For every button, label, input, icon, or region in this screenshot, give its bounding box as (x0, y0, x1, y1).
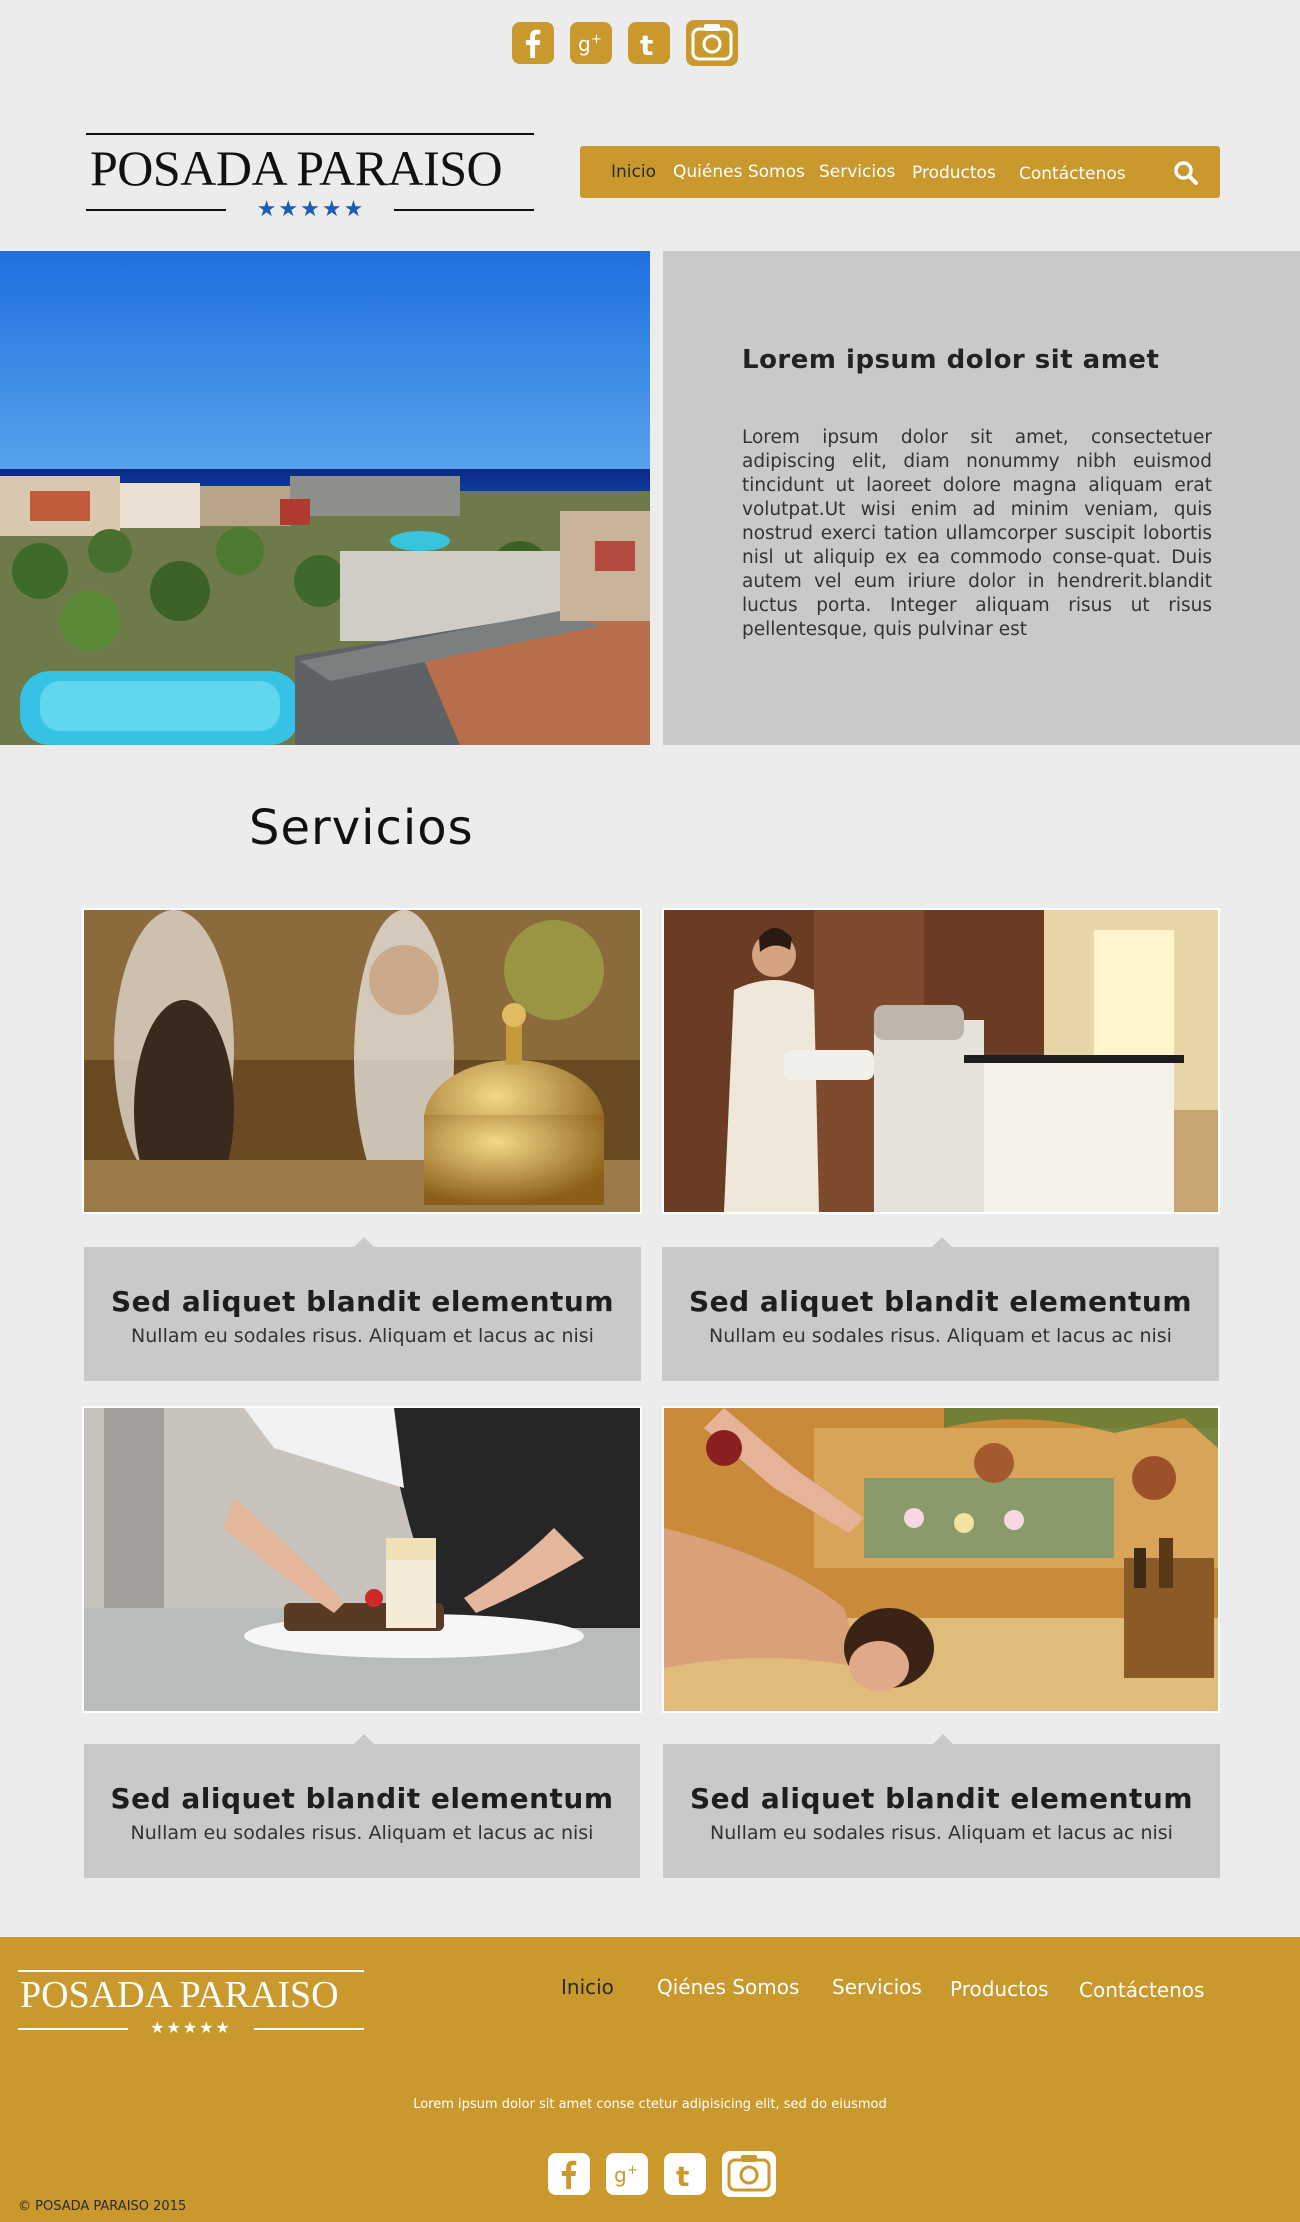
tumblr-icon[interactable]: t (628, 22, 670, 64)
service-card-1[interactable]: Sed aliquet blandit elementum Nullam eu … (84, 1237, 641, 1381)
footer-logo-stars: ★★★★★ (150, 2018, 232, 2037)
footer-logo-top-rule (18, 1970, 364, 1972)
hero-text: Lorem ipsum dolor sit amet, consectetuer… (742, 427, 1212, 640)
instagram-icon[interactable] (686, 20, 738, 66)
service-card-title: Sed aliquet blandit elementum (110, 1285, 615, 1318)
footer-copyright: © POSADA PARAISO 2015 (18, 2199, 187, 2214)
service-card-subtitle: Nullam eu sodales risus. Aliquam et lacu… (710, 1822, 1173, 1844)
google-plus-icon[interactable]: g + (570, 22, 612, 64)
services-title: Servicios (249, 800, 474, 856)
footer-logo-bottom-rule-right (254, 2028, 364, 2030)
facebook-icon[interactable] (512, 22, 554, 64)
footer-nav-contactenos[interactable]: Contáctenos (1079, 1978, 1204, 2002)
service-image-spa[interactable] (662, 1406, 1220, 1713)
nav-inicio[interactable]: Inicio (611, 162, 656, 182)
service-card-title: Sed aliquet blandit elementum (688, 1285, 1193, 1318)
service-image-restaurant[interactable] (82, 1406, 642, 1713)
card-pointer (354, 1734, 374, 1744)
google-plus-icon[interactable]: g + (606, 2153, 648, 2195)
service-image-housekeeping[interactable] (662, 908, 1220, 1214)
service-card-title: Sed aliquet blandit elementum (689, 1782, 1194, 1815)
footer: POSADA PARAISO ★★★★★ Inicio Qiénes Somos… (0, 1937, 1300, 2222)
svg-text:+: + (627, 2163, 638, 2178)
nav-productos[interactable]: Productos (912, 163, 996, 183)
service-image-reception[interactable] (82, 908, 642, 1214)
service-card-subtitle: Nullam eu sodales risus. Aliquam et lacu… (709, 1325, 1172, 1347)
svg-text:g: g (614, 2163, 627, 2187)
logo-bottom-rule-right (394, 209, 534, 211)
service-card-title: Sed aliquet blandit elementum (110, 1782, 614, 1815)
card-pointer (354, 1237, 374, 1247)
svg-text:t: t (640, 29, 653, 62)
nav-quienes-somos[interactable]: Quiénes Somos (673, 162, 805, 182)
main-navbar: Inicio Quiénes Somos Servicios Productos… (580, 146, 1220, 198)
service-card-subtitle: Nullam eu sodales risus. Aliquam et lacu… (131, 1325, 594, 1347)
footer-logo[interactable]: POSADA PARAISO ★★★★★ (18, 1970, 364, 2040)
logo-bottom-rule-left (86, 209, 226, 211)
instagram-icon[interactable] (722, 2151, 776, 2197)
svg-text:g: g (578, 32, 591, 56)
header-social-bar: g + t (512, 20, 738, 66)
search-icon[interactable] (1172, 159, 1200, 187)
logo-title: POSADA PARAISO (90, 140, 503, 196)
hero-image (0, 251, 650, 745)
svg-text:t: t (676, 2160, 689, 2193)
footer-nav-inicio[interactable]: Inicio (561, 1975, 614, 1999)
card-pointer (933, 1734, 953, 1744)
site-logo[interactable]: POSADA PARAISO ★★★★★ (86, 133, 534, 222)
hero-panel: Lorem ipsum dolor sit amet Lorem ipsum d… (663, 251, 1300, 745)
logo-stars: ★★★★★ (256, 197, 366, 222)
footer-social-bar: g + t (548, 2151, 776, 2197)
nav-contactenos[interactable]: Contáctenos (1019, 164, 1126, 184)
service-card-3[interactable]: Sed aliquet blandit elementum Nullam eu … (84, 1734, 640, 1878)
footer-nav-productos[interactable]: Productos (950, 1977, 1049, 2001)
footer-nav-servicios[interactable]: Servicios (832, 1975, 922, 1999)
footer-nav-quienes-somos[interactable]: Qiénes Somos (657, 1975, 799, 1999)
nav-servicios[interactable]: Servicios (819, 162, 895, 182)
logo-top-rule (86, 133, 534, 135)
footer-logo-bottom-rule-left (18, 2028, 128, 2030)
facebook-icon[interactable] (548, 2153, 590, 2195)
svg-text:+: + (591, 32, 602, 47)
footer-text: Lorem ipsum dolor sit amet conse ctetur … (413, 2097, 887, 2112)
tumblr-icon[interactable]: t (664, 2153, 706, 2195)
hero-title: Lorem ipsum dolor sit amet (742, 345, 1160, 375)
card-pointer (932, 1237, 952, 1247)
service-card-4[interactable]: Sed aliquet blandit elementum Nullam eu … (663, 1734, 1220, 1878)
service-card-2[interactable]: Sed aliquet blandit elementum Nullam eu … (662, 1237, 1219, 1381)
footer-logo-title: POSADA PARAISO (20, 1974, 339, 2016)
service-card-subtitle: Nullam eu sodales risus. Aliquam et lacu… (130, 1822, 594, 1844)
